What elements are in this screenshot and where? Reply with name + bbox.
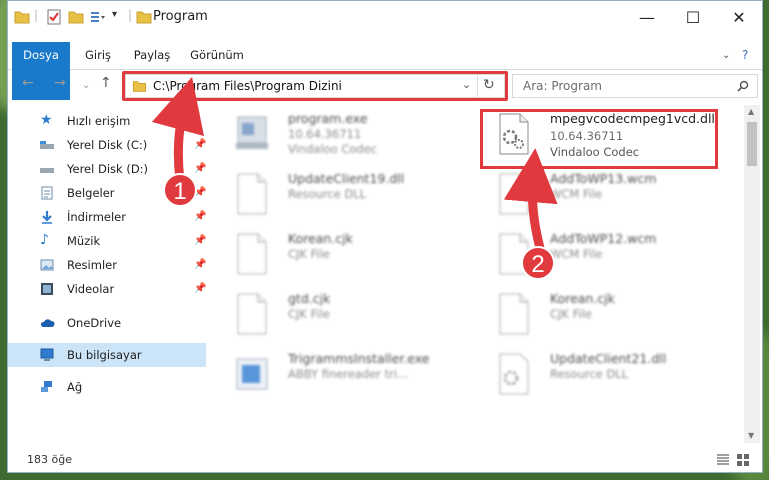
sidebar-item-pictures[interactable]: Resimler 📌 xyxy=(8,253,206,277)
file-item[interactable]: UpdateClient21.dll Resource DLL xyxy=(482,345,722,403)
tab-file[interactable]: Dosya xyxy=(12,42,70,100)
sidebar-item-quick-access[interactable]: ★ Hızlı erişim xyxy=(8,109,206,133)
sidebar-item-drive-c[interactable]: Yerel Disk (C:) 📌 xyxy=(8,133,206,157)
search-input[interactable]: Ara: Program xyxy=(523,79,602,93)
pin-icon[interactable]: 📌 xyxy=(194,283,206,294)
back-button[interactable]: ← xyxy=(22,75,34,91)
explorer-window: | ▾ | Program — ☐ ✕ Dosya Giriş Paylaş G… xyxy=(7,0,763,473)
video-icon xyxy=(41,283,53,295)
tab-home[interactable]: Giriş xyxy=(74,42,122,69)
file-item[interactable]: Korean.cjk CJK File xyxy=(482,285,722,343)
scroll-thumb[interactable] xyxy=(747,122,757,166)
file-item[interactable]: AddToWP13.wcm WCM File xyxy=(482,165,722,223)
exe-file-icon xyxy=(236,116,268,149)
view-options-icon[interactable] xyxy=(90,9,106,25)
item-count: 183 öğe xyxy=(27,453,72,466)
forward-button[interactable]: → xyxy=(54,75,66,91)
documents-icon xyxy=(41,186,53,200)
pin-icon[interactable]: 📌 xyxy=(194,139,206,150)
recent-locations-icon[interactable]: ⌄ xyxy=(82,80,90,91)
status-bar: 183 öğe xyxy=(8,448,762,472)
sidebar-item-network[interactable]: Ağ xyxy=(8,375,206,399)
callout-badge-1: 1 xyxy=(163,173,197,207)
download-icon xyxy=(42,211,52,224)
pin-icon[interactable]: 📌 xyxy=(194,235,206,246)
maximize-button[interactable]: ☐ xyxy=(670,1,716,33)
vertical-scrollbar[interactable]: ▲ ▼ xyxy=(744,105,760,443)
drive-icon xyxy=(40,141,54,149)
scroll-down-icon[interactable]: ▼ xyxy=(748,431,754,440)
minimize-button[interactable]: — xyxy=(624,1,670,33)
search-icon xyxy=(737,80,749,92)
close-button[interactable]: ✕ xyxy=(716,1,762,33)
title-bar: | ▾ | Program — ☐ ✕ xyxy=(8,1,762,33)
file-item[interactable]: TrigrammsInstaller.exe ABBY finereader t… xyxy=(220,345,460,403)
new-folder-icon[interactable] xyxy=(68,9,84,25)
file-highlight xyxy=(480,109,718,169)
expand-ribbon-icon[interactable]: ⌄ xyxy=(722,50,730,61)
file-item[interactable]: AddToWP12.wcm WCM File xyxy=(482,225,722,283)
navigation-pane: ★ Hızlı erişim Yerel Disk (C:) 📌 Yerel D… xyxy=(8,109,208,439)
help-button[interactable]: ? xyxy=(742,48,748,62)
sidebar-item-videos[interactable]: Videolar 📌 xyxy=(8,277,206,301)
installer-file-icon xyxy=(236,358,268,390)
properties-icon[interactable] xyxy=(46,9,62,25)
folder-icon xyxy=(136,11,152,24)
ribbon-tabs: Dosya Giriş Paylaş Görünüm ⌄ ? xyxy=(8,42,762,100)
star-icon: ★ xyxy=(40,112,53,128)
document-file-icon xyxy=(237,233,267,275)
address-highlight xyxy=(122,71,508,101)
tab-view[interactable]: Görünüm xyxy=(184,42,250,69)
sidebar-item-this-pc[interactable]: Bu bilgisayar xyxy=(8,343,206,367)
scroll-up-icon[interactable]: ▲ xyxy=(748,107,754,116)
document-file-icon xyxy=(499,173,529,215)
separator: | xyxy=(34,8,39,22)
pin-icon[interactable]: 📌 xyxy=(194,259,206,270)
sidebar-item-music[interactable]: ♪ Müzik 📌 xyxy=(8,229,206,253)
sidebar-item-onedrive[interactable]: OneDrive xyxy=(8,311,206,335)
computer-icon xyxy=(40,348,54,361)
document-file-icon xyxy=(237,173,267,215)
large-icons-view-icon[interactable] xyxy=(736,453,750,467)
details-view-icon[interactable] xyxy=(716,453,730,467)
window-title: Program xyxy=(153,9,208,24)
callout-badge-2: 2 xyxy=(521,246,555,280)
cloud-icon xyxy=(40,319,55,327)
pictures-icon xyxy=(40,259,54,271)
separator: | xyxy=(128,8,133,22)
customize-toolbar-icon[interactable]: ▾ xyxy=(112,9,117,20)
search-box[interactable]: Ara: Program xyxy=(512,74,758,98)
document-file-icon xyxy=(237,293,267,335)
dll-file-icon xyxy=(499,353,529,395)
document-file-icon xyxy=(499,293,529,335)
music-icon: ♪ xyxy=(40,232,49,248)
file-item[interactable]: program.exe 10.64.36711 Vindaloo Codec xyxy=(220,105,460,163)
network-icon xyxy=(41,381,52,392)
file-item[interactable]: gtd.cjk CJK File xyxy=(220,285,460,343)
up-button[interactable]: ↑ xyxy=(100,75,112,91)
drive-icon xyxy=(40,168,54,173)
pin-icon[interactable]: 📌 xyxy=(194,163,206,174)
sidebar-item-downloads[interactable]: İndirmeler 📌 xyxy=(8,205,206,229)
file-item[interactable]: Korean.cjk CJK File xyxy=(220,225,460,283)
file-item[interactable]: UpdateClient19.dll Resource DLL xyxy=(220,165,460,223)
tab-share[interactable]: Paylaş xyxy=(124,42,180,69)
pin-icon[interactable]: 📌 xyxy=(194,211,206,222)
folder-icon xyxy=(14,11,30,24)
